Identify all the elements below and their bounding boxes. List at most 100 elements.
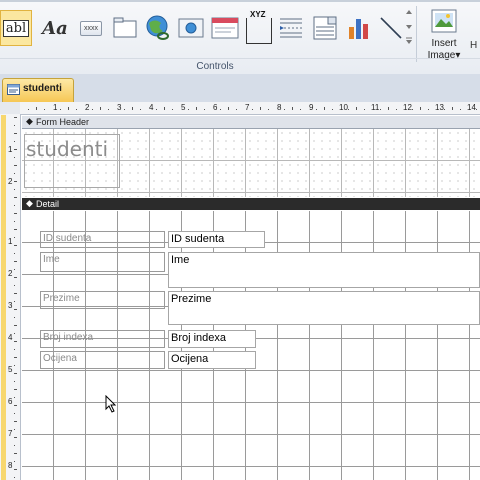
ruler-tick [124,109,125,110]
ruler-tick [196,107,197,110]
ribbon-group-divider [0,58,480,59]
ruler-number: 3 [117,103,122,112]
label-control-button[interactable]: abl [0,10,32,46]
ruler-tick [14,237,15,238]
ruler-number: 7 [245,103,250,112]
ruler-tick [68,107,69,110]
navigation-control-icon [211,17,239,39]
text-box-control-button[interactable]: Aa [38,8,72,48]
ruler-tick [44,109,45,110]
field-label-id-sudenta[interactable]: ID sudenta [40,231,165,248]
chevron-down-icon [406,10,412,44]
field-textbox-prezime[interactable]: Prezime [168,291,480,325]
horizontal-ruler[interactable]: 1 2 3 4 5 6 7 8 9 10 11 12 13 14 [20,102,480,115]
mouse-pointer-icon [105,395,117,413]
ruler-tick [14,309,17,310]
chart-control-button[interactable] [342,8,376,48]
ruler-tick [14,253,15,254]
vertical-ruler[interactable]: 1 2 1 2 3 4 5 6 7 8 [0,114,21,480]
ruler-tick [452,107,453,110]
ruler-tick [14,245,17,246]
ruler-number: 1 [8,145,13,154]
ruler-tick [268,109,269,110]
ruler-tick [14,357,17,358]
tab-control-button[interactable] [108,8,142,48]
ruler-tick [236,109,237,110]
ruler-tick [14,141,15,142]
field-label-ime[interactable]: Ime [40,252,165,272]
ruler-number: 11 [371,103,380,112]
ruler-tick [14,173,15,174]
ruler-tick [14,285,15,286]
ruler-tick [14,117,17,118]
page-break-control-button[interactable] [274,8,308,48]
field-textbox-broj-indexa[interactable]: Broj indexa [168,330,256,348]
ruler-tick [60,109,61,110]
line-control-icon [380,17,402,39]
ribbon: abl Aa xxxx XYZ Insert Image▾ H Controls [0,0,480,75]
ruler-tick [412,109,413,110]
ruler-number: 12 [403,103,412,112]
ruler-tick [14,189,15,190]
ruler-tick [260,107,261,110]
ruler-tick [14,269,15,270]
ruler-number: 3 [8,301,13,310]
line-control-button[interactable] [374,8,408,48]
insert-image-button[interactable]: Insert Image▾ [422,6,466,62]
field-label-ocijena[interactable]: Ocijena [40,351,165,369]
hyperlink-control-icon [146,15,169,40]
ruler-tick [156,109,157,110]
ruler-tick [108,109,109,110]
form-header-label: Form Header [36,117,90,127]
ruler-tick [14,229,17,230]
ruler-tick [14,365,15,366]
ruler-tick [28,109,29,110]
ruler-number: 5 [8,365,13,374]
ruler-tick [284,109,285,110]
field-label-broj-indexa[interactable]: Broj indexa [40,330,165,348]
ruler-tick [428,109,429,110]
ruler-number: 4 [149,103,154,112]
field-textbox-ocijena[interactable]: Ocijena [168,351,256,369]
combo-box-control-button[interactable] [308,8,342,48]
field-textbox-id-sudenta[interactable]: ID sudenta [168,231,265,248]
ruler-tick [14,197,17,198]
ruler-tick [388,107,389,110]
ruler-tick [14,397,15,398]
text-box-control-icon: Aa [42,17,68,39]
form-icon [7,84,20,95]
image-icon [431,9,457,33]
field-label-prezime[interactable]: Prezime [40,291,165,309]
chart-control-icon [349,19,368,39]
ruler-tick [36,107,37,110]
form-title-label[interactable]: studenti [24,134,120,188]
ruler-tick [100,107,101,110]
ruler-tick [14,293,17,294]
ruler-tick [14,453,17,454]
web-browser-control-button[interactable] [174,8,208,48]
insert-image-label-line1: Insert [431,38,457,49]
combo-box-control-icon [313,16,337,40]
ruler-number: 1 [8,237,13,246]
hyperlink-control-button[interactable] [140,8,174,48]
ruler-tick [14,429,15,430]
button-control-button[interactable]: xxxx [74,8,108,48]
field-textbox-ime[interactable]: Ime [168,252,480,288]
ruler-number: 2 [85,103,90,112]
option-group-control-button[interactable]: XYZ [242,8,276,48]
ruler-number: 6 [8,397,13,406]
ribbon-next-group-label: H [470,40,478,51]
navigation-control-button[interactable] [208,8,242,48]
form-header-bar[interactable]: ◆ Form Header [22,116,480,129]
ruler-tick [14,333,15,334]
ruler-number: 10 [339,103,348,112]
button-control-icon: xxxx [80,20,102,36]
ruler-tick [14,205,15,206]
ruler-tick [14,213,17,214]
detail-label: Detail [36,199,60,209]
ruler-tick [14,317,15,318]
document-tab[interactable]: studenti [2,78,74,102]
ribbon-gallery-scroll[interactable] [404,8,414,48]
detail-bar[interactable]: ◆ Detail [22,198,480,210]
ruler-tick [460,109,461,110]
